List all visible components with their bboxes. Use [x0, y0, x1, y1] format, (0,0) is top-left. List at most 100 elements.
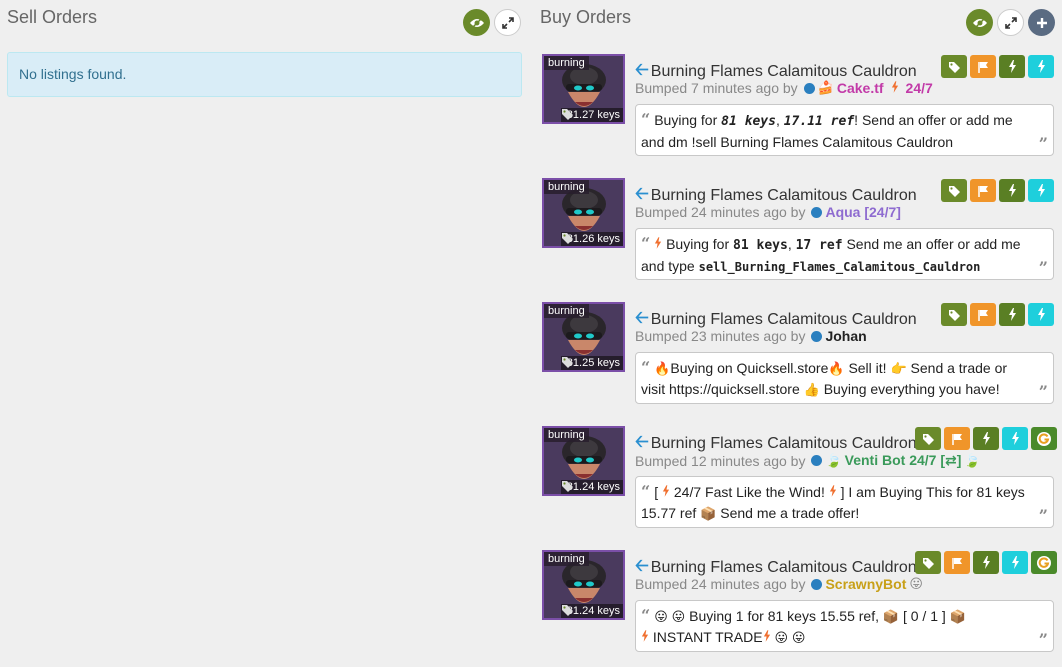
item-thumbnail[interactable]: burning 81.24 keys [542, 426, 625, 496]
price-tag-button[interactable] [915, 551, 941, 574]
fire-icon: 🔥 [654, 361, 671, 376]
message-text: 24/7 Fast Like the Wind! [673, 484, 825, 500]
buy-expand-button[interactable] [997, 9, 1024, 36]
message-text: Buying 1 for 81 keys 15.55 ref, [689, 608, 879, 624]
message-text: Buying everything you have! [823, 381, 1000, 397]
item-title-text: Burning Flames Calamitous Cauldron [650, 62, 917, 80]
quote-close-icon: ” [1038, 382, 1048, 401]
g-badge-button[interactable] [1031, 551, 1057, 574]
bolt-icon [654, 236, 662, 252]
buy-toggle-visibility-button[interactable] [966, 9, 993, 36]
report-flag-button[interactable] [970, 55, 996, 78]
message-ref: 17.11 ref [783, 114, 855, 129]
report-flag-button[interactable] [944, 427, 970, 450]
item-thumbnail[interactable]: burning 81.25 keys [542, 302, 625, 372]
report-flag-button[interactable] [970, 179, 996, 202]
sell-expand-button[interactable] [494, 9, 521, 36]
message-text: [ 0 / 1 ] [902, 608, 946, 624]
user-name[interactable]: ScrawnyBot [825, 576, 906, 592]
online-status-dot [811, 578, 823, 590]
instant-trade-button[interactable] [973, 427, 999, 450]
listing-actions [941, 55, 1054, 78]
online-status-dot [811, 455, 823, 466]
listing-actions [915, 551, 1057, 574]
listing-message: “Buying for 81 keys, 17.11 ref! Send an … [635, 104, 1054, 156]
price-tag-button[interactable] [941, 179, 967, 202]
quote-open-icon: “ [641, 606, 651, 625]
buy-orders-title: Buy Orders [540, 7, 632, 27]
tongue-face-icon: 😛 [909, 576, 923, 591]
leaf-icon: 🍃 [825, 452, 842, 468]
buy-listing: burning 81.27 keys 🡠 Burning Flames Calamit… [542, 54, 1062, 166]
tongue-face-icon: 😛 [791, 630, 806, 645]
price-tag-button[interactable] [941, 303, 967, 326]
buy-listing: burning 81.24 keys 🡠 Burning Flames Calamit… [542, 426, 1062, 538]
item-thumbnail[interactable]: burning 81.26 keys [542, 178, 625, 248]
effect-label: burning [544, 180, 589, 194]
message-text: Buying for [666, 236, 734, 252]
g-badge-button[interactable] [1031, 427, 1057, 450]
buy-listing: burning 81.26 keys 🡠 Burning Flames Calamit… [542, 178, 1062, 290]
tongue-face-icon: 😛 [774, 630, 789, 645]
bolt-icon [662, 484, 670, 500]
message-text: Send me a trade offer! [720, 505, 860, 521]
pointing-hand-icon: 👉 [890, 361, 907, 376]
instant-trade-button[interactable] [999, 55, 1025, 78]
trade-offer-button[interactable] [1028, 179, 1054, 202]
message-text: [ [654, 484, 659, 500]
package-icon: 📦 [949, 609, 966, 624]
bumped-line: Bumped 23 minutes ago by Johan [635, 328, 867, 344]
bolt-icon [891, 80, 899, 96]
item-title-text: Burning Flames Calamitous Cauldron [650, 434, 917, 452]
price-tag-button[interactable] [941, 55, 967, 78]
quote-open-icon: “ [641, 358, 651, 377]
item-title-text: Burning Flames Calamitous Cauldron [650, 558, 917, 576]
price-value: 81.27 keys [566, 109, 620, 121]
message-text: Buying on Quicksell.store [670, 360, 829, 376]
trade-offer-button[interactable] [1002, 551, 1028, 574]
trade-offer-button[interactable] [1028, 303, 1054, 326]
price-value: 81.26 keys [566, 233, 620, 245]
instant-trade-button[interactable] [999, 179, 1025, 202]
report-flag-button[interactable] [944, 551, 970, 574]
user-name[interactable]: Cake.tf [837, 80, 884, 96]
trade-offer-button[interactable] [1028, 55, 1054, 78]
listing-message: “ Buying for 81 keys, 17 ref Send me an … [635, 228, 1054, 280]
user-name[interactable]: Johan [825, 328, 866, 344]
message-text: , [775, 112, 784, 128]
user-name[interactable]: Aqua [24/7] [825, 204, 900, 220]
item-thumbnail[interactable]: burning 81.27 keys [542, 54, 625, 124]
listing-message: “🔥Buying on Quicksell.store🔥 Sell it! 👉 … [635, 352, 1054, 404]
report-flag-button[interactable] [970, 303, 996, 326]
instant-trade-button[interactable] [999, 303, 1025, 326]
price-value: 81.24 keys [566, 605, 620, 617]
bumped-text: Bumped 23 minutes ago by [635, 328, 806, 344]
eye-icon [972, 16, 987, 29]
bumped-text: Bumped 24 minutes ago by [635, 576, 806, 592]
listing-message: “[ 24/7 Fast Like the Wind! ] I am Buyin… [635, 476, 1054, 528]
quote-close-icon: ” [1038, 134, 1048, 153]
sell-toggle-visibility-button[interactable] [463, 9, 490, 36]
user-name[interactable]: Venti Bot 24/7 [⇄] [845, 452, 962, 469]
add-buy-order-button[interactable] [1028, 9, 1055, 36]
online-status-dot [811, 206, 823, 218]
bumped-text: Bumped 7 minutes ago by [635, 80, 798, 96]
message-ref: 17 ref [795, 238, 843, 253]
quote-open-icon: “ [641, 234, 651, 253]
instant-trade-button[interactable] [973, 551, 999, 574]
package-icon: 📦 [700, 506, 717, 521]
price-value: 81.24 keys [566, 481, 620, 493]
listing-actions [941, 179, 1054, 202]
expand-icon [1004, 16, 1017, 29]
price-tag-button[interactable] [915, 427, 941, 450]
no-listings-alert: No listings found. [7, 52, 522, 97]
price-label: 81.27 keys [560, 108, 623, 122]
tongue-face-icon: 😛 [671, 609, 686, 624]
bumped-text: Bumped 24 minutes ago by [635, 204, 806, 220]
eye-icon [469, 16, 484, 29]
quote-close-icon: ” [1038, 258, 1048, 277]
item-thumbnail[interactable]: burning 81.24 keys [542, 550, 625, 620]
message-text: Buying for [654, 112, 722, 128]
package-icon: 📦 [882, 609, 900, 624]
trade-offer-button[interactable] [1002, 427, 1028, 450]
